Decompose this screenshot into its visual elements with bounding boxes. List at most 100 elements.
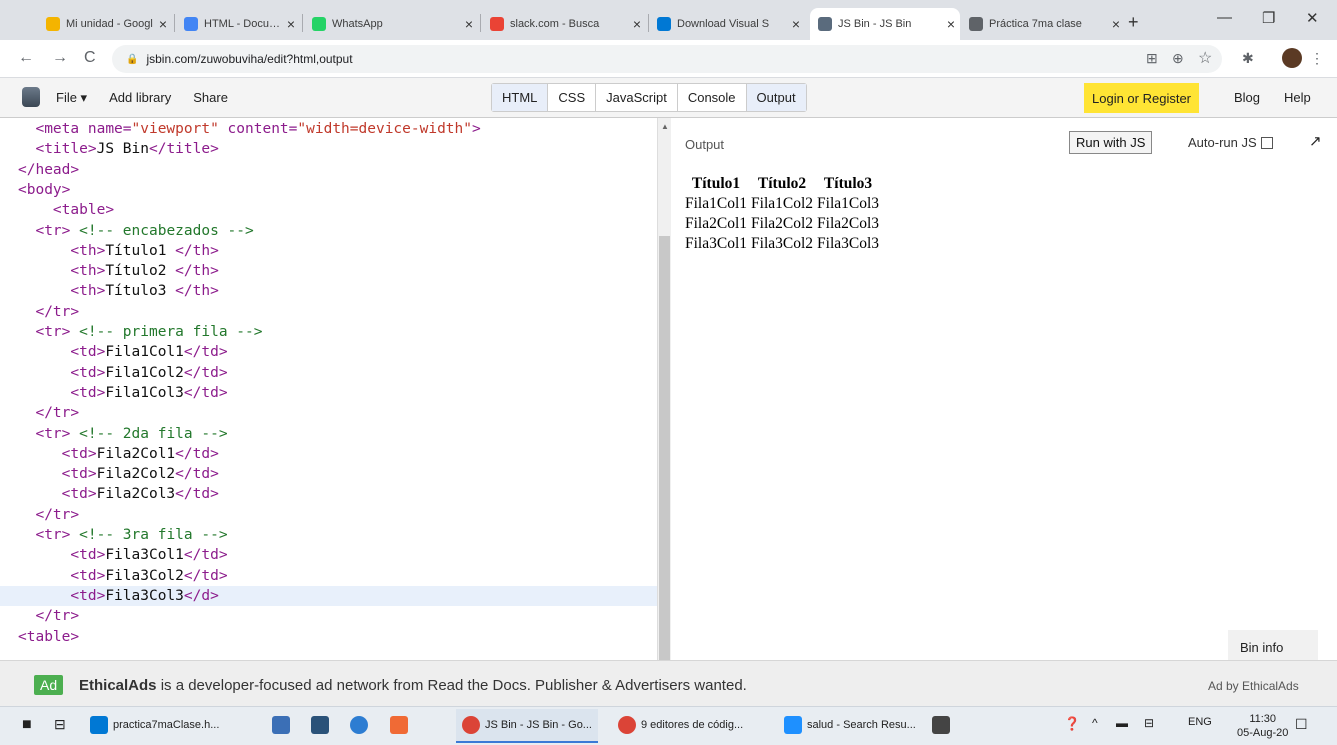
clock[interactable]: 11:30 05-Aug-20	[1237, 712, 1288, 740]
code-line[interactable]: <td>Fila3Col1</td>	[0, 545, 657, 565]
run-with-js-button[interactable]: Run with JS	[1069, 131, 1153, 154]
code-line[interactable]: </tr>	[0, 302, 657, 322]
code-line[interactable]: <title>JS Bin</title>	[0, 139, 657, 159]
task-view-icon[interactable]: ⊟	[54, 716, 66, 733]
code-line[interactable]: <td>Fila3Col3</d>	[0, 585, 657, 606]
code-line[interactable]: <tr> <!-- 2da fila -->	[0, 424, 657, 444]
login-button[interactable]: Login or Register	[1084, 83, 1199, 113]
tab-close-icon[interactable]: ×	[942, 16, 960, 32]
code-line[interactable]: <tr> <!-- 3ra fila -->	[0, 525, 657, 545]
code-line[interactable]: <td>Fila3Col2</td>	[0, 566, 657, 586]
browser-tab[interactable]: Mi unidad - Googl ×	[38, 8, 172, 40]
taskbar-item[interactable]: practica7maClase.h...	[90, 716, 219, 734]
taskbar-item-label: JS Bin - JS Bin - Go...	[485, 719, 592, 731]
keyboard-icon[interactable]: ⊟	[1144, 716, 1154, 730]
menu-icon[interactable]: ⋮	[1310, 50, 1324, 67]
auto-run-checkbox[interactable]	[1260, 136, 1273, 149]
share-menu[interactable]: Share	[193, 90, 228, 106]
notifications-icon[interactable]: ☐	[1295, 716, 1308, 733]
language-indicator[interactable]: ENG	[1188, 716, 1212, 728]
code-line[interactable]: <tr> <!-- primera fila -->	[0, 322, 657, 342]
code-line[interactable]: <td>Fila1Col2</td>	[0, 363, 657, 383]
back-icon[interactable]: ←	[18, 49, 34, 67]
app-icon[interactable]	[272, 716, 290, 734]
windows-start-icon[interactable]: ■	[22, 716, 32, 734]
help-link[interactable]: Help	[1284, 90, 1311, 105]
code-line[interactable]: <td>Fila2Col2</td>	[0, 464, 657, 484]
browser-tab[interactable]: WhatsApp ×	[304, 8, 478, 40]
taskbar-item[interactable]: salud - Search Resu...	[784, 716, 916, 734]
tab-title: Download Visual S	[677, 18, 770, 30]
minimize-icon[interactable]: —	[1217, 9, 1232, 26]
browser-tab[interactable]: slack.com - Busca ×	[482, 8, 646, 40]
maximize-icon[interactable]: ❐	[1262, 9, 1275, 27]
forward-icon[interactable]: →	[52, 49, 68, 67]
reload-icon[interactable]: C	[84, 49, 96, 67]
taskbar-item[interactable]: 9 editores de códig...	[618, 716, 743, 734]
panel-console-button[interactable]: Console	[678, 84, 747, 111]
code-line[interactable]: <tr> <!-- encabezados -->	[0, 221, 657, 241]
new-tab-button[interactable]: +	[1128, 12, 1139, 33]
tab-separator	[302, 14, 303, 32]
scrollbar-thumb[interactable]	[659, 236, 670, 660]
taskbar-item[interactable]: JS Bin - JS Bin - Go...	[456, 709, 598, 743]
code-line[interactable]: <table>	[0, 200, 657, 220]
code-line[interactable]: </tr>	[0, 403, 657, 423]
scroll-up-icon[interactable]: ▲	[661, 122, 669, 131]
browser-tab[interactable]: Download Visual S ×	[649, 8, 805, 40]
html-editor[interactable]: <meta name="viewport" content="width=dev…	[0, 118, 657, 660]
panel-javascript-button[interactable]: JavaScript	[596, 84, 678, 111]
code-line[interactable]: <td>Fila1Col1</td>	[0, 342, 657, 362]
close-window-icon[interactable]: ✕	[1306, 9, 1319, 27]
popout-icon[interactable]: ↗	[1309, 132, 1322, 150]
code-line[interactable]: <table>	[0, 627, 657, 647]
tab-close-icon[interactable]: ×	[460, 16, 478, 32]
star-icon[interactable]: ☆	[1198, 48, 1212, 68]
editor-scrollbar[interactable]: ▲	[657, 118, 671, 660]
code-line[interactable]: <td>Fila2Col1</td>	[0, 444, 657, 464]
bin-info-button[interactable]: Bin info	[1228, 630, 1318, 660]
panel-css-button[interactable]: CSS	[548, 84, 597, 111]
code-line[interactable]: </tr>	[0, 606, 657, 626]
tab-close-icon[interactable]: ×	[1107, 16, 1125, 32]
network-icon[interactable]: ▬	[1116, 716, 1128, 730]
panel-output-button[interactable]: Output	[746, 84, 806, 111]
help-icon[interactable]: ❓	[1064, 716, 1080, 732]
add-library-menu[interactable]: Add library	[109, 90, 171, 106]
code-line[interactable]: </tr>	[0, 505, 657, 525]
code-line[interactable]: <meta name="viewport" content="width=dev…	[0, 119, 657, 139]
browser-tab[interactable]: JS Bin - JS Bin ×	[810, 8, 960, 40]
code-line[interactable]: <td>Fila2Col3</td>	[0, 484, 657, 504]
browser-tab[interactable]: HTML - Document×	[176, 8, 300, 40]
file-menu[interactable]: File ▾	[56, 90, 87, 106]
chevron-up-icon[interactable]: ^	[1092, 716, 1098, 730]
translate-icon[interactable]: ⊞	[1146, 50, 1158, 67]
app-icon[interactable]	[932, 716, 950, 734]
code-line[interactable]: <th>Título2 </th>	[0, 261, 657, 281]
tab-close-icon[interactable]: ×	[154, 16, 172, 32]
panel-html-button[interactable]: HTML	[492, 84, 549, 111]
code-line[interactable]: <body>	[0, 180, 657, 200]
auto-run-toggle[interactable]: Auto-run JS	[1188, 135, 1273, 150]
table-row: Fila1Col1 Fila1Col2 Fila1Col3	[684, 195, 880, 213]
jsbin-logo-icon[interactable]	[22, 87, 40, 107]
app-icon[interactable]	[350, 716, 368, 734]
zoom-icon[interactable]: ⊕	[1172, 50, 1184, 67]
code-line[interactable]: <td>Fila1Col3</td>	[0, 383, 657, 403]
ad-text[interactable]: EthicalAds is a developer-focused ad net…	[79, 677, 747, 694]
code-line[interactable]: <th>Título3 </th>	[0, 281, 657, 301]
code-line[interactable]: <th>Título1 </th>	[0, 241, 657, 261]
app-icon[interactable]	[390, 716, 408, 734]
tab-close-icon[interactable]: ×	[787, 16, 805, 32]
extension-icon[interactable]: ✱	[1242, 50, 1254, 67]
tab-close-icon[interactable]: ×	[282, 16, 300, 32]
browser-tab[interactable]: Práctica 7ma clase ×	[961, 8, 1125, 40]
url-field[interactable]: 🔒 jsbin.com/zuwobuviha/edit?html,output	[112, 45, 1222, 73]
table-cell: Fila3Col2	[751, 235, 814, 252]
ad-by-link[interactable]: Ad by EthicalAds	[1208, 679, 1299, 693]
tab-close-icon[interactable]: ×	[628, 16, 646, 32]
avatar[interactable]	[1282, 48, 1302, 68]
code-line[interactable]: </head>	[0, 160, 657, 180]
app-icon[interactable]	[311, 716, 329, 734]
blog-link[interactable]: Blog	[1234, 90, 1260, 105]
